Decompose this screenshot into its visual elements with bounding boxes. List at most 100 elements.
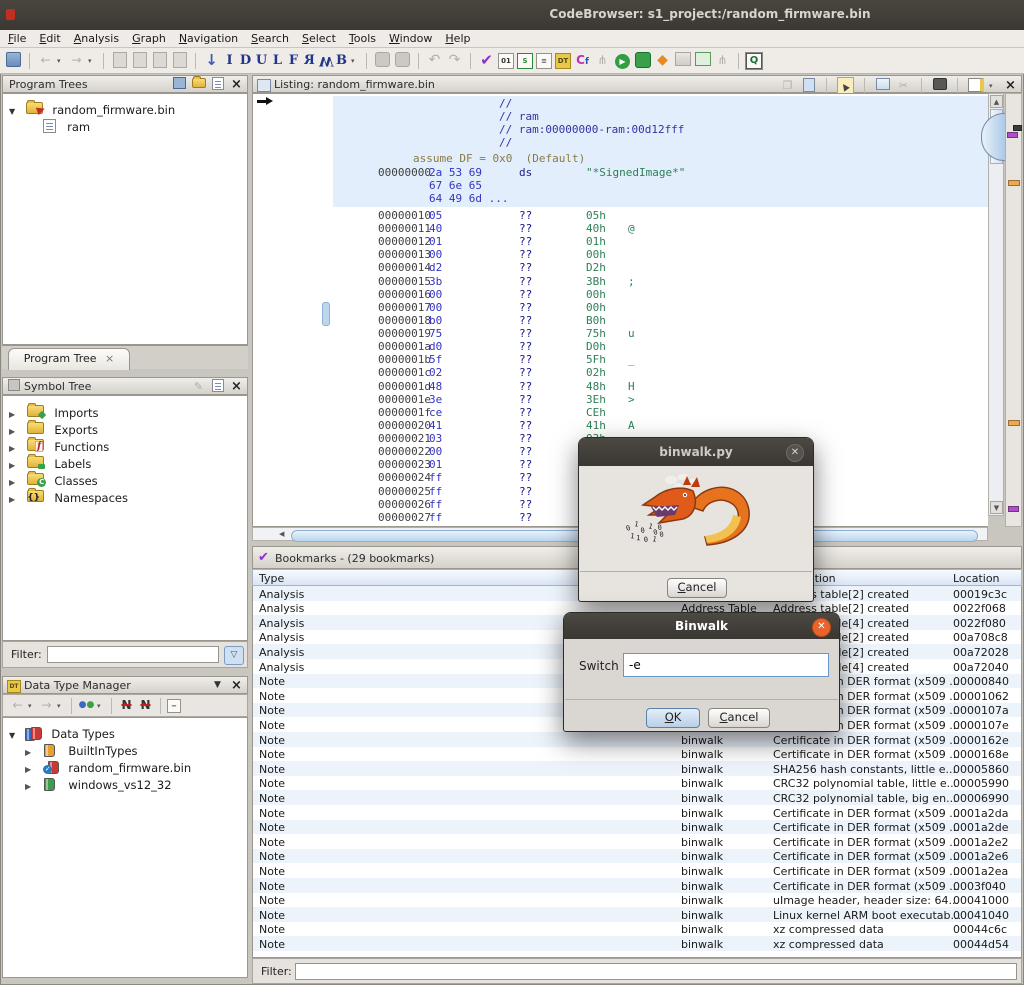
symbol-tree-item-namespaces[interactable]: ▶ {} Namespaces bbox=[9, 487, 128, 506]
collapse-icon[interactable]: ▼ bbox=[9, 107, 15, 116]
bookmark-row[interactable]: NotebinwalkCertificate in DER format (x5… bbox=[253, 863, 1022, 878]
menu-navigation[interactable]: Navigation bbox=[179, 32, 238, 45]
tab-program-tree[interactable]: Program Tree × bbox=[8, 348, 130, 370]
listing-row[interactable]: 000000153b??3Bh; bbox=[253, 275, 988, 288]
debugger-icon[interactable] bbox=[634, 52, 651, 69]
column-header-type[interactable]: Type bbox=[259, 572, 284, 585]
menu-select[interactable]: Select bbox=[302, 32, 336, 45]
expand-icon[interactable]: ▶ bbox=[9, 478, 15, 487]
window-titlebar[interactable]: CodeBrowser: s1_project:/random_firmware… bbox=[0, 0, 1024, 30]
dialog-titlebar[interactable]: binwalk.py ✕ bbox=[579, 438, 813, 466]
cursor-location-icon[interactable]: ▲ bbox=[837, 77, 854, 94]
dtm-node-windows-archive[interactable]: ▶ windows_vs12_32 bbox=[25, 774, 172, 793]
forward-icon[interactable]: → bbox=[68, 52, 85, 69]
listing-row[interactable]: 0000001ad0??D0h bbox=[253, 340, 988, 353]
quick-launch-icon[interactable]: Q bbox=[746, 53, 762, 69]
menu-graph[interactable]: Graph bbox=[132, 32, 166, 45]
listing-view-icon[interactable]: ≡ bbox=[536, 53, 552, 69]
memory-map-icon[interactable] bbox=[111, 52, 128, 69]
nav-letters-dropdown-icon[interactable]: ▾ bbox=[351, 57, 359, 65]
marker-black[interactable] bbox=[1013, 125, 1022, 131]
collapse-all-icon[interactable]: − bbox=[167, 699, 181, 713]
marker-orange[interactable] bbox=[1008, 180, 1020, 186]
copy-icon[interactable]: ❐ bbox=[780, 78, 795, 93]
diff-view-icon[interactable] bbox=[875, 78, 890, 93]
new-tree-icon[interactable] bbox=[172, 77, 187, 92]
script-manager-icon[interactable]: S bbox=[517, 53, 533, 69]
filter-pointers-icon[interactable]: N bbox=[137, 697, 154, 714]
bookmarks-filter-input[interactable] bbox=[295, 963, 1017, 980]
save-icon[interactable] bbox=[5, 52, 22, 69]
listing-row[interactable]: 0000001d48??48hH bbox=[253, 380, 988, 393]
program-trees-header[interactable]: Program Trees × bbox=[2, 75, 248, 93]
bookmark-row[interactable]: NotebinwalkCertificate in DER format (x5… bbox=[253, 834, 1022, 849]
save-tree-icon[interactable] bbox=[210, 77, 225, 92]
snapshot-icon[interactable]: ✂ bbox=[896, 78, 911, 93]
bookmark-row[interactable]: NotebinwalkCRC32 polynomial table, littl… bbox=[253, 776, 1022, 791]
bookmark-row[interactable]: NotebinwalkCertificate in DER format (x5… bbox=[253, 849, 1022, 864]
toolbar-nav-r-icon[interactable]: R bbox=[303, 53, 316, 68]
dtm-layout-icon[interactable]: ●● bbox=[78, 697, 95, 714]
menu-window[interactable]: Window bbox=[389, 32, 432, 45]
bookmark-row[interactable]: NotebinwalkCertificate in DER format (x5… bbox=[253, 820, 1022, 835]
symbol-tree-filter-input[interactable] bbox=[47, 646, 219, 663]
toolbar-nav-w-icon[interactable]: W bbox=[319, 53, 332, 68]
dtm-menu-dropdown-icon[interactable]: ▼ bbox=[210, 678, 225, 693]
call-tree-icon[interactable]: ⋔ bbox=[594, 52, 611, 69]
ok-button[interactable]: OK bbox=[646, 708, 700, 728]
menu-analysis[interactable]: Analysis bbox=[74, 32, 119, 45]
expand-icon[interactable]: ▶ bbox=[25, 782, 31, 791]
toolbar-nav-d-icon[interactable]: D bbox=[239, 53, 252, 68]
forward-dropdown-icon[interactable]: ▾ bbox=[88, 57, 96, 65]
listing-row[interactable]: 00000000 2a 53 69 ds "*SignedImage*" bbox=[253, 166, 988, 179]
listing-row[interactable]: 0000001005??05h bbox=[253, 209, 988, 222]
export-icon[interactable] bbox=[171, 52, 188, 69]
bookmark-row[interactable]: Notebinwalkxz compressed data00044c6c bbox=[253, 922, 1022, 937]
go-down-icon[interactable]: ↓ bbox=[203, 52, 220, 69]
close-panel-icon[interactable]: × bbox=[229, 678, 244, 693]
listing-row[interactable]: 0000001600??00h bbox=[253, 288, 988, 301]
close-panel-icon[interactable]: × bbox=[229, 379, 244, 394]
expand-icon[interactable]: ▶ bbox=[9, 444, 15, 453]
listing-row[interactable]: 0000001201??01h bbox=[253, 235, 988, 248]
tree-node-ram[interactable]: ram bbox=[43, 116, 90, 135]
expand-icon[interactable]: ▶ bbox=[25, 765, 31, 774]
menu-edit[interactable]: Edit bbox=[39, 32, 60, 45]
listing-row[interactable]: 0000001975??75hu bbox=[253, 327, 988, 340]
listing-comment[interactable]: // bbox=[499, 136, 512, 149]
bookmark-row[interactable]: NotebinwalkSHA256 hash constants, little… bbox=[253, 761, 1022, 776]
collapse-icon[interactable]: ▼ bbox=[9, 731, 15, 740]
close-panel-icon[interactable]: × bbox=[229, 77, 244, 92]
scroll-up-icon[interactable]: ▲ bbox=[990, 95, 1003, 108]
listing-row[interactable]: 00000014d2??D2h bbox=[253, 261, 988, 274]
byte-viewer-icon[interactable]: 01 bbox=[498, 53, 514, 69]
function-graph-icon[interactable]: Cf bbox=[574, 52, 591, 69]
expand-icon[interactable]: ▶ bbox=[25, 748, 31, 757]
bookmark-row[interactable]: NotebinwalkCertificate in DER format (x5… bbox=[253, 878, 1022, 893]
bookmark-row[interactable]: NotebinwalkuImage header, header size: 6… bbox=[253, 893, 1022, 908]
expand-icon[interactable]: ▶ bbox=[9, 461, 15, 470]
dtm-forward-icon[interactable]: → bbox=[38, 697, 55, 714]
menu-help[interactable]: Help bbox=[445, 32, 470, 45]
marker-purple[interactable] bbox=[1007, 132, 1018, 138]
menu-file[interactable]: File bbox=[8, 32, 26, 45]
navigation-marker-margin[interactable] bbox=[1005, 93, 1022, 527]
toolbar-nav-l-icon[interactable]: L bbox=[271, 53, 284, 68]
listing-row[interactable]: 0000002041??41hA bbox=[253, 419, 988, 432]
listing-row[interactable]: 0000001700??00h bbox=[253, 301, 988, 314]
back-icon[interactable]: ← bbox=[37, 52, 54, 69]
filter-options-icon[interactable]: ▽ bbox=[224, 646, 244, 665]
dtm-header[interactable]: DT Data Type Manager ▼ × bbox=[2, 676, 248, 694]
redo-icon[interactable]: ↷ bbox=[446, 52, 463, 69]
edit-icon[interactable]: ✎ bbox=[191, 379, 206, 394]
listing-row[interactable]: 0000001b5f??5Fh_ bbox=[253, 353, 988, 366]
stamp-icon[interactable] bbox=[394, 52, 411, 69]
listing-row[interactable]: 00000018b0??B0h bbox=[253, 314, 988, 327]
validate-icon[interactable]: ✔ bbox=[478, 52, 495, 69]
bookmark-row[interactable]: NotebinwalkLinux kernel ARM boot executa… bbox=[253, 907, 1022, 922]
scroll-left-icon[interactable]: ◀ bbox=[279, 530, 284, 538]
listing-row[interactable]: 0000001c02??02h bbox=[253, 366, 988, 379]
stamp-icon[interactable] bbox=[374, 52, 391, 69]
dtm-back-icon[interactable]: ← bbox=[9, 697, 26, 714]
save-icon[interactable] bbox=[210, 379, 225, 394]
